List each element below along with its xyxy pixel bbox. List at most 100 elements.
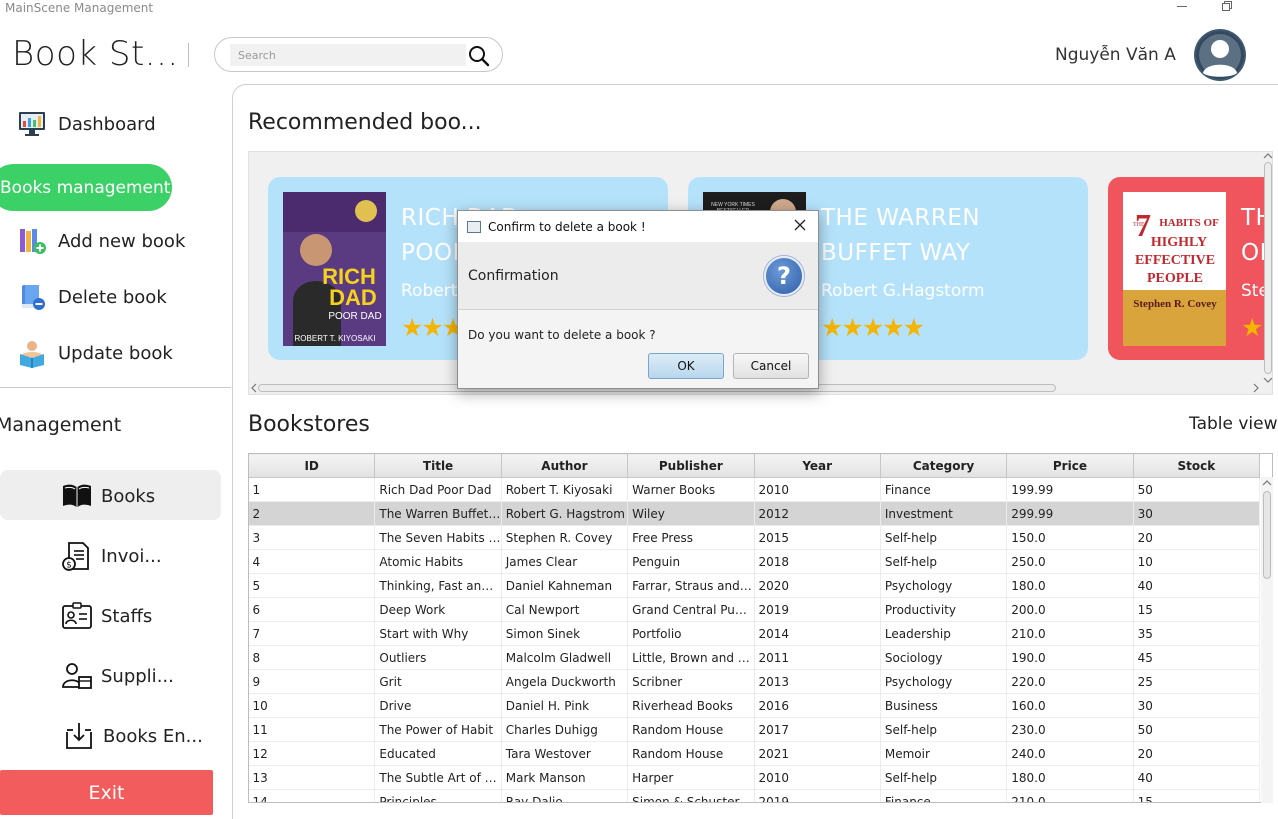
- sidebar-label-books: Books: [101, 485, 156, 507]
- sidebar-label-suppliers: Suppli...: [101, 665, 174, 687]
- search-icon[interactable]: [467, 44, 491, 68]
- column-header-id[interactable]: ID: [248, 453, 376, 478]
- sidebar-item-books[interactable]: Books: [61, 480, 155, 512]
- user-icon: [1196, 31, 1244, 79]
- app-title: Book St...: [12, 34, 179, 74]
- cell-id: 11: [248, 717, 376, 742]
- cell-stock: 30: [1133, 501, 1261, 526]
- column-header-year[interactable]: Year: [753, 453, 881, 478]
- dialog-close-button[interactable]: [794, 216, 806, 235]
- scroll-up-icon[interactable]: [1262, 152, 1274, 160]
- sidebar-item-update-book[interactable]: Update book: [16, 337, 173, 369]
- cell-year: 2021: [754, 741, 881, 766]
- cell-category: Self-help: [880, 525, 1008, 550]
- scroll-down-icon[interactable]: [1262, 376, 1274, 384]
- table-row[interactable]: 12 Educated Tara Westover Random House 2021 M…: [248, 741, 1261, 766]
- table-row[interactable]: 10 Drive Daniel H. Pink Riverhead Books 2016…: [248, 693, 1261, 718]
- cell-title: Rich Dad Poor Dad: [374, 477, 502, 502]
- sidebar-label-delete-book: Delete book: [58, 286, 167, 308]
- sidebar-item-delete-book[interactable]: Delete book: [16, 281, 167, 313]
- table-row[interactable]: 11 The Power of Habit Charles Duhigg Random…: [248, 717, 1261, 742]
- table-row[interactable]: 3The Seven Habits of ...Stephen R. Covey…: [248, 525, 1261, 550]
- restore-button[interactable]: [1207, 0, 1247, 18]
- table-row[interactable]: 8 Outliers Malcolm Gladwell Little, Brown a…: [248, 645, 1261, 670]
- avatar[interactable]: [1194, 29, 1246, 81]
- cell-author: Ray Dalio: [501, 789, 629, 803]
- cell-id: 13: [248, 765, 376, 790]
- table-scroll-thumb[interactable]: [1263, 491, 1271, 579]
- cell-title: Outliers: [374, 645, 502, 670]
- cancel-button[interactable]: Cancel: [733, 353, 809, 379]
- column-header-title[interactable]: Title: [374, 453, 502, 478]
- exit-button[interactable]: Exit: [0, 770, 213, 815]
- cell-stock: 15: [1133, 597, 1261, 622]
- cell-author: Robert G. Hagstrom: [501, 501, 629, 526]
- cell-author: Daniel Kahneman: [501, 573, 629, 598]
- table-row[interactable]: 4 Atomic Habits James Clear Penguin 2018 Self…: [248, 549, 1261, 574]
- sidebar-item-add-new-book[interactable]: Add new book: [16, 225, 185, 257]
- table-row[interactable]: 13 The Subtle Art of No... Mark Manson Harp…: [248, 765, 1261, 790]
- cell-publisher: Portfolio: [627, 621, 755, 646]
- cell-title: The Seven Habits of ...: [374, 525, 502, 550]
- table-view-link[interactable]: Table view: [1189, 414, 1278, 434]
- sidebar-item-invoices[interactable]: $ Invoi...: [61, 540, 162, 572]
- search-box: [214, 37, 503, 72]
- cell-publisher: Grand Central Publis...: [627, 597, 755, 622]
- column-header-author[interactable]: Author: [500, 453, 629, 478]
- update-book-icon: [16, 337, 48, 369]
- scroll-right-icon[interactable]: [1252, 382, 1260, 394]
- table-row[interactable]: 14 Principles Ray Dalio Simon & Schuster 201…: [248, 789, 1261, 803]
- seven-habits-cover: THE 7 HABITS OF HIGHLY EFFECTIVE PEOPLE …: [1123, 192, 1226, 346]
- cell-year: 2019: [754, 597, 881, 622]
- cell-year: 2011: [754, 645, 881, 670]
- carousel-vscroll-thumb[interactable]: [1264, 162, 1272, 374]
- card-rating-stars: ★★★★★: [821, 313, 925, 342]
- table-row[interactable]: 2 The Warren Buffett ... Robert G. Hagstro…: [248, 501, 1261, 526]
- table-row[interactable]: 1 Rich Dad Poor Dad Robert T. Kiyosaki Warn…: [248, 477, 1261, 502]
- column-header-publisher[interactable]: Publisher: [627, 453, 755, 478]
- sidebar-item-dashboard[interactable]: Dashboard: [16, 108, 156, 140]
- card-rating-stars: ★★★: [401, 313, 464, 342]
- user-name: Nguyễn Văn A: [1055, 45, 1176, 65]
- recommended-title: Recommended boo...: [248, 110, 482, 135]
- cell-stock: 50: [1133, 717, 1261, 742]
- cell-category: Sociology: [880, 645, 1008, 670]
- cell-category: Psychology: [880, 669, 1008, 694]
- table-row[interactable]: 5Thinking, Fast and Sl...Daniel Kahneman…: [248, 573, 1261, 598]
- cell-publisher: Farrar, Straus and Gir...: [627, 573, 755, 598]
- sidebar-item-books-entry[interactable]: Books En...: [63, 720, 203, 752]
- search-input[interactable]: [230, 44, 466, 66]
- cell-stock: 50: [1133, 477, 1261, 502]
- open-book-icon: [61, 480, 93, 512]
- cell-stock: 45: [1133, 645, 1261, 670]
- cell-stock: 20: [1133, 525, 1261, 550]
- cell-author: Malcolm Gladwell: [501, 645, 629, 670]
- cell-author: Mark Manson: [501, 765, 629, 790]
- scroll-left-icon[interactable]: [250, 382, 258, 394]
- column-header-stock[interactable]: Stock: [1132, 453, 1261, 478]
- sidebar-item-staffs[interactable]: Staffs: [61, 600, 152, 632]
- cell-publisher: Random House: [627, 741, 755, 766]
- sidebar-item-suppliers[interactable]: Suppli...: [61, 660, 174, 692]
- cell-id: 3: [248, 525, 376, 550]
- dialog-app-icon: [467, 221, 481, 233]
- cover-title-seven: 7: [1135, 207, 1151, 243]
- table-row[interactable]: 9 Grit Angela Duckworth Scribner 2013 Psychol…: [248, 669, 1261, 694]
- dialog-title-bar[interactable]: Confirm to delete a book !: [458, 211, 818, 242]
- table-row[interactable]: 6 Deep Work Cal Newport Grand Central Publi…: [248, 597, 1261, 622]
- sidebar-item-books-management[interactable]: Books management: [0, 164, 172, 211]
- cell-price: 299.99: [1006, 501, 1134, 526]
- ok-button[interactable]: OK: [648, 353, 724, 379]
- cover-author: Stephen R. Covey: [1133, 298, 1217, 310]
- table-vertical-scrollbar[interactable]: [1261, 477, 1273, 803]
- recommended-card[interactable]: THE 7 HABITS OF HIGHLY EFFECTIVE PEOPLE …: [1108, 177, 1272, 360]
- cell-category: Self-help: [880, 549, 1008, 574]
- books-table: ID Title Author Publisher Year Category …: [248, 453, 1261, 803]
- table-scroll-up-icon[interactable]: [1261, 479, 1273, 487]
- column-header-category[interactable]: Category: [879, 453, 1008, 478]
- minimize-button[interactable]: [1162, 0, 1202, 18]
- table-row[interactable]: 7 Start with Why Simon Sinek Portfolio 2014 L…: [248, 621, 1261, 646]
- carousel-vertical-scrollbar[interactable]: [1262, 152, 1274, 384]
- cell-category: Psychology: [880, 573, 1008, 598]
- column-header-price[interactable]: Price: [1006, 453, 1134, 478]
